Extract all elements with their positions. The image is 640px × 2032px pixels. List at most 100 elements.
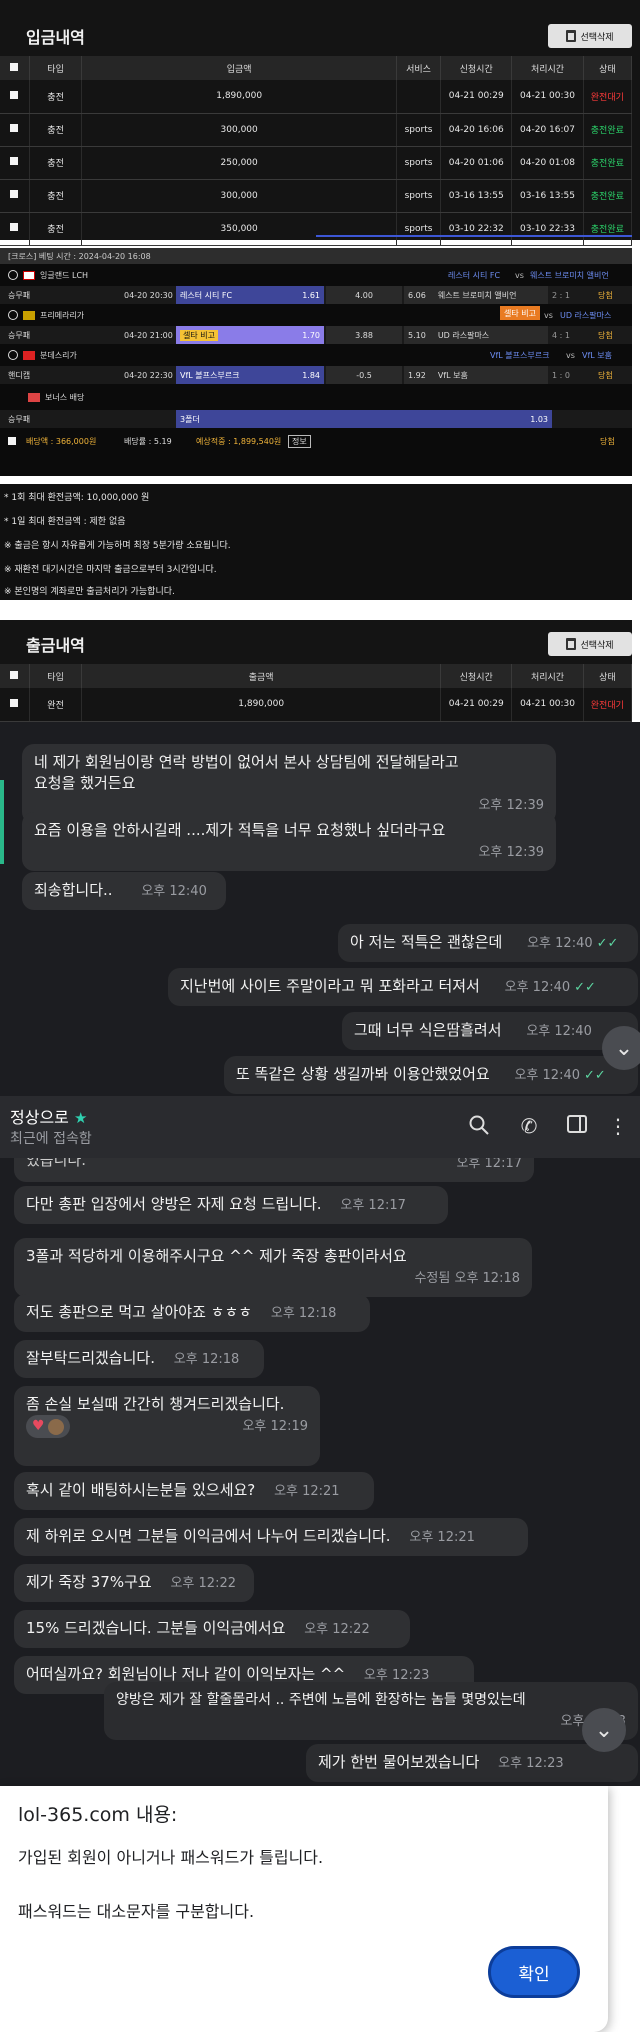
message-text: 또 똑같은 상황 생길까봐 이용안했었어요 (236, 1065, 490, 1083)
reaction-chip[interactable]: ♥ (26, 1415, 70, 1438)
message-text: 죄송합니다.. (34, 881, 113, 899)
home-odd[interactable]: 셀타 비고 1.70 (176, 326, 324, 344)
select-all-checkbox[interactable] (0, 664, 30, 688)
away-odd[interactable]: 5.10 UD 라스팔마스 (404, 326, 548, 344)
message-text: 었습니다. (26, 1158, 86, 1169)
service-cell: sports (396, 212, 442, 246)
chat-view-2: 었습니다. 오후 12:17 다만 총판 입장에서 양방은 자제 요청 드립니다… (0, 1158, 640, 1786)
processed-cell: 04-21 00:30 (511, 80, 584, 114)
message-text: 제 하위로 오시면 그분들 이익금에서 나누어 드리겠습니다. (26, 1527, 391, 1545)
soccer-ball-icon (8, 350, 18, 360)
type-cell: 충전 (29, 146, 83, 180)
message-bubble[interactable]: 죄송합니다.. 오후 12:40 (22, 872, 226, 910)
type-cell: 충전 (29, 179, 83, 213)
col-requested: 신청시간 (440, 56, 513, 80)
notice-line: ※ 출금은 항시 자유롭게 가능하며 최장 5분가량 소요됩니다. (4, 541, 231, 551)
requested-cell: 04-21 00:29 (440, 80, 513, 114)
message-bubble[interactable]: 15% 드리겠습니다. 그분들 이익금에서요 오후 12:22 (14, 1610, 410, 1648)
requested-cell: 04-20 16:06 (440, 113, 513, 147)
scroll-down-button[interactable]: ⌄ (582, 1708, 626, 1752)
deposit-delete-label: 선택삭제 (580, 32, 614, 43)
message-bubble[interactable]: 었습니다. 오후 12:17 (14, 1158, 534, 1182)
message-bubble[interactable]: 좀 손실 보실때 간간히 챙겨드리겠습니다. ♥ 오후 12:19 (14, 1386, 320, 1466)
away-odd[interactable]: 1.92 VfL 보훔 (404, 366, 548, 384)
message-bubble[interactable]: 3폴과 적당하게 이용해주시구요 ^^ 제가 죽장 총판이라서요 수정됨 오후 … (14, 1238, 532, 1297)
processed-cell: 04-20 01:08 (511, 146, 584, 180)
bet-checkbox[interactable] (8, 437, 16, 445)
league-row: 프리메라리가 셀타 비고 vs UD 라스팔마스 (0, 306, 632, 324)
row-checkbox[interactable] (0, 80, 30, 114)
search-icon[interactable] (466, 1114, 492, 1140)
dialog-title: lol-365.com 내용: (18, 1804, 178, 1826)
status-cell: 완전대기 (583, 80, 633, 114)
message-text: 다만 총판 입장에서 양방은 자제 요청 드립니다. (26, 1195, 322, 1213)
deposit-table: 타입 입금액 서비스 신청시간 처리시간 상태 충전 1,890,000 04-21… (0, 56, 633, 246)
col-processed: 처리시간 (511, 664, 584, 688)
table-row[interactable]: 충전 250,000 sports 04-20 01:06 04-20 01:08 충전완… (0, 146, 633, 180)
more-icon[interactable]: ⋮ (608, 1114, 628, 1140)
status-cell: 충전완료 (583, 113, 633, 147)
row-checkbox[interactable] (0, 688, 30, 722)
message-text: 요즘 이용을 안하시길래 ....제가 적특을 너무 요청했나 싶더라구요 (34, 821, 446, 839)
message-bubble[interactable]: 제가 한번 물어보겠습니다 오후 12:23 (306, 1744, 638, 1782)
processed-cell: 04-20 16:07 (511, 113, 584, 147)
sidebar-icon[interactable] (564, 1114, 590, 1140)
message-text: 15% 드리겠습니다. 그분들 이익금에서요 (26, 1619, 286, 1637)
ok-button[interactable]: 확인 (488, 1946, 580, 1998)
draw-odd[interactable]: 3.88 (326, 326, 402, 344)
contact-status: 최근에 접속함 (10, 1131, 92, 1147)
message-bubble[interactable]: 제가 죽장 37%구요 오후 12:22 (14, 1564, 254, 1602)
message-bubble[interactable]: 다만 총판 입장에서 양방은 자제 요청 드립니다. 오후 12:17 (14, 1186, 448, 1224)
row-checkbox[interactable] (0, 146, 30, 180)
message-text: 혹시 같이 배팅하시는분들 있으세요? (26, 1481, 256, 1499)
home-odd[interactable]: VfL 볼프스부르크 1.84 (176, 366, 324, 384)
detail-button[interactable]: 정보 (288, 434, 311, 448)
alert-dialog: lol-365.com 내용: 가입된 회원이 아니거나 패스워드가 틀립니다.… (0, 1786, 608, 2032)
message-bubble[interactable]: 그때 너무 식은땀흘려서 오후 12:40 (342, 1012, 638, 1050)
amount-cell: 300,000 (81, 113, 397, 147)
table-row[interactable]: 충전 1,890,000 04-21 00:29 04-21 00:30 완전대기 (0, 80, 633, 114)
away-odd[interactable]: 6.06 웨스트 브로미치 앨비언 (404, 286, 548, 304)
star-icon: ★ (73, 1109, 88, 1127)
deposit-delete-button[interactable]: 선택삭제 (548, 24, 632, 48)
amount-cell: 300,000 (81, 179, 397, 213)
notice-line: ※ 재환전 대기시간은 마지막 출금으로부터 3시간입니다. (4, 565, 217, 575)
scroll-down-button[interactable]: ⌄ (602, 1026, 640, 1070)
processed-cell: 03-10 22:33 (511, 212, 584, 246)
withdraw-delete-button[interactable]: 선택삭제 (548, 632, 632, 656)
select-all-checkbox[interactable] (0, 56, 30, 80)
league-row: 잉글랜드 LCH 레스터 시티 FC vs 웨스트 브로미치 앨비언 (0, 266, 632, 284)
table-row[interactable]: 충전 300,000 sports 04-20 16:06 04-20 16:07 충전완… (0, 113, 633, 147)
row-checkbox[interactable] (0, 179, 30, 213)
message-bubble[interactable]: 혹시 같이 배팅하시는분들 있으세요? 오후 12:21 (14, 1472, 374, 1510)
table-row[interactable]: 충전 350,000 sports 03-10 22:32 03-10 22:33 충전완… (0, 212, 633, 246)
message-text: 좀 손실 보실때 간간히 챙겨드리겠습니다. (26, 1395, 285, 1413)
col-requested: 신청시간 (440, 664, 513, 688)
col-status: 상태 (583, 56, 633, 80)
message-bubble[interactable]: 잘부탁드리겠습니다. 오후 12:18 (14, 1340, 264, 1378)
table-row[interactable]: 충전 300,000 sports 03-16 13:55 03-16 13:55 충전완… (0, 179, 633, 213)
home-odd[interactable]: 레스터 시티 FC 1.61 (176, 286, 324, 304)
home-tag: 셀타 비고 (500, 306, 540, 320)
row-checkbox[interactable] (0, 113, 30, 147)
table-row[interactable]: 완전 1,890,000 04-21 00:29 04-21 00:30 완전대… (0, 688, 633, 722)
message-bubble[interactable]: 또 똑같은 상황 생길까봐 이용안했었어요 오후 12:40 ✓✓ (224, 1056, 638, 1094)
withdraw-table: 타입 출금액 신청시간 처리시간 상태 완전 1,890,000 04-21 0… (0, 664, 633, 722)
draw-odd[interactable]: 4.00 (326, 286, 402, 304)
contact-name[interactable]: 정상으로 ★ (10, 1104, 87, 1128)
phone-icon[interactable]: ✆ (516, 1114, 542, 1140)
message-text: 지난번에 사이트 주말이라고 뭐 포화라고 터져서 (180, 977, 480, 995)
message-bubble[interactable]: 저도 총판으로 먹고 살아야죠 ㅎㅎㅎ 오후 12:18 (14, 1294, 370, 1332)
col-status: 상태 (583, 664, 633, 688)
message-bubble[interactable]: 양방은 제가 잘 할줄몰라서 .. 주변에 노름에 환장하는 놈들 몇명있는데 … (104, 1682, 638, 1740)
bonus-odd[interactable]: 3폴더 1.03 (176, 410, 552, 428)
row-checkbox[interactable] (0, 212, 30, 246)
message-bubble[interactable]: 제 하위로 오시면 그분들 이익금에서 나누어 드리겠습니다. 오후 12:21 (14, 1518, 528, 1556)
message-bubble[interactable]: 아 저는 적특은 괜찮은데 오후 12:40 ✓✓ (338, 924, 638, 962)
message-bubble[interactable]: 지난번에 사이트 주말이라고 뭐 포화라고 터져서 오후 12:40 ✓✓ (168, 968, 638, 1006)
col-type: 타입 (29, 56, 83, 80)
type-cell: 충전 (29, 80, 83, 114)
handicap-value[interactable]: -0.5 (326, 366, 402, 384)
chevron-down-icon: ⌄ (614, 1035, 634, 1061)
message-bubble[interactable]: 요즘 이용을 안하시길래 ....제가 적특을 너무 요청했나 싶더라구요 오후… (22, 812, 556, 871)
